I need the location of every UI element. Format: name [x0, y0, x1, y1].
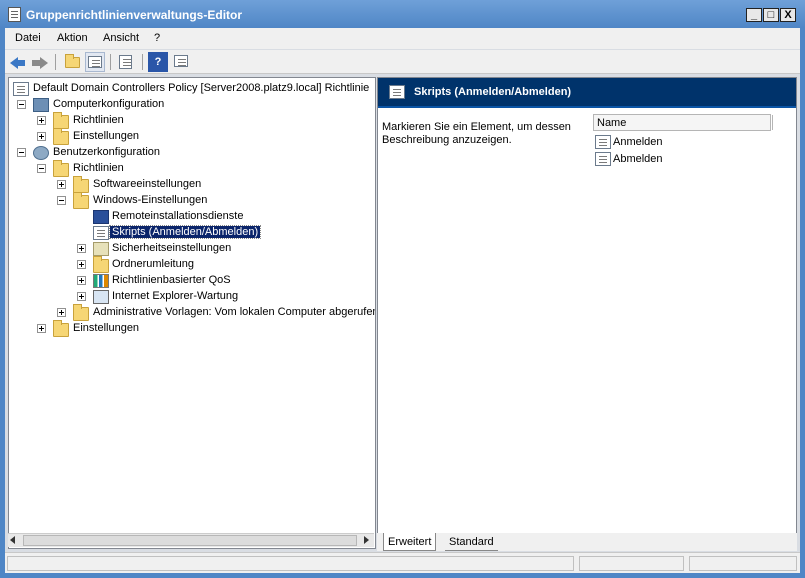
collapse-icon[interactable]	[17, 100, 26, 109]
folder-icon	[53, 160, 69, 177]
menu-aktion[interactable]: Aktion	[57, 32, 88, 44]
expand-icon[interactable]	[77, 292, 86, 301]
status-bar	[5, 552, 800, 573]
menu-help[interactable]: ?	[154, 32, 160, 44]
menu-bar: Datei Aktion Ansicht ?	[5, 28, 800, 49]
ie-maintenance-icon	[93, 290, 109, 304]
detail-pane: Skripts (Anmelden/Abmelden) Markieren Si…	[377, 77, 797, 549]
scroll-thumb[interactable]	[23, 535, 357, 546]
status-panel	[579, 556, 684, 571]
tree-label: Richtlinienbasierter QoS	[112, 274, 231, 286]
expand-icon[interactable]	[57, 308, 66, 317]
expand-icon[interactable]	[77, 260, 86, 269]
folder-icon	[93, 256, 109, 273]
computer-icon	[33, 98, 49, 112]
view-tabs: Erweitert Standard	[377, 533, 797, 551]
show-hide-tree-icon[interactable]	[85, 52, 105, 72]
tree-pane[interactable]: Default Domain Controllers Policy [Serve…	[8, 77, 376, 549]
tree-label: Windows-Einstellungen	[93, 194, 208, 206]
policy-editor-icon	[8, 7, 21, 22]
users-icon	[33, 146, 49, 160]
minimize-button[interactable]: _	[746, 8, 762, 22]
scroll-right-icon[interactable]	[364, 536, 369, 544]
tree-label: Sicherheitseinstellungen	[112, 242, 232, 254]
help-icon[interactable]: ?	[148, 52, 168, 72]
folder-icon	[73, 304, 89, 321]
expand-icon[interactable]	[57, 180, 66, 189]
folder-icon	[53, 112, 69, 129]
tree-label: Softwareeinstellungen	[93, 178, 202, 190]
folder-icon	[53, 128, 69, 145]
folder-icon	[73, 176, 89, 193]
expand-icon[interactable]	[77, 244, 86, 253]
security-icon	[93, 242, 109, 256]
menu-ansicht[interactable]: Ansicht	[103, 32, 139, 44]
column-divider[interactable]	[772, 115, 773, 130]
menu-datei[interactable]: Datei	[15, 32, 41, 44]
detail-title: Skripts (Anmelden/Abmelden)	[414, 86, 572, 98]
horizontal-scrollbar[interactable]	[8, 533, 374, 547]
expand-icon[interactable]	[37, 116, 46, 125]
tree-label: Internet Explorer-Wartung	[112, 290, 239, 302]
up-folder-icon[interactable]	[63, 52, 83, 72]
tree-label: Computerkonfiguration	[53, 98, 165, 110]
gpo-icon	[13, 82, 29, 96]
window: Gruppenrichtlinienverwaltungs-Editor _ □…	[0, 0, 805, 578]
properties-icon[interactable]	[172, 52, 192, 72]
toolbar-separator	[142, 54, 143, 70]
tree-label-selected: Skripts (Anmelden/Abmelden)	[108, 225, 262, 239]
status-panel	[7, 556, 574, 571]
status-panel	[689, 556, 797, 571]
detail-header: Skripts (Anmelden/Abmelden)	[378, 78, 796, 108]
close-button[interactable]: X	[780, 8, 796, 22]
toolbar-separator	[55, 54, 56, 70]
folder-icon	[53, 320, 69, 337]
tree-label: Default Domain Controllers Policy [Serve…	[33, 82, 370, 94]
expand-icon[interactable]	[77, 276, 86, 285]
window-title: Gruppenrichtlinienverwaltungs-Editor	[26, 8, 243, 22]
column-header-name[interactable]: Name	[593, 114, 773, 131]
title-bar[interactable]: Gruppenrichtlinienverwaltungs-Editor _ □…	[0, 0, 805, 28]
tree-label: Benutzerkonfiguration	[53, 146, 161, 158]
maximize-button[interactable]: □	[763, 8, 779, 22]
column-header-label: Name	[597, 117, 627, 129]
script-icon	[595, 135, 611, 149]
scroll-left-icon[interactable]	[10, 536, 15, 544]
tree-label: Remoteinstallationsdienste	[112, 210, 244, 222]
script-icon	[595, 152, 611, 166]
collapse-icon[interactable]	[37, 164, 46, 173]
list-item-label: Abmelden	[613, 153, 663, 165]
tree-label: Ordnerumleitung	[112, 258, 194, 270]
export-list-icon[interactable]	[117, 52, 137, 72]
tree-label: Richtlinien	[73, 114, 124, 126]
description-text: Markieren Sie ein Element, um dessen Bes…	[382, 121, 571, 146]
tree-label: Einstellungen	[73, 322, 140, 334]
toolbar-separator	[110, 54, 111, 70]
toolbar: ?	[5, 50, 800, 74]
tab-standard[interactable]: Standard	[445, 533, 498, 551]
collapse-icon[interactable]	[57, 196, 66, 205]
tree-label: Einstellungen	[73, 130, 140, 142]
script-icon	[93, 226, 109, 240]
tree-label: Administrative Vorlagen: Vom lokalen Com…	[93, 306, 376, 318]
script-icon	[389, 85, 405, 99]
back-icon[interactable]	[8, 52, 28, 72]
tree-label: Richtlinien	[73, 162, 124, 174]
remote-install-icon	[93, 210, 109, 224]
expand-icon[interactable]	[37, 324, 46, 333]
client-area: Datei Aktion Ansicht ? ? Default Domain …	[5, 28, 800, 573]
collapse-icon[interactable]	[17, 148, 26, 157]
tab-erweitert[interactable]: Erweitert	[383, 533, 437, 551]
list-item-label: Anmelden	[613, 136, 663, 148]
qos-chart-icon	[93, 274, 109, 288]
forward-icon[interactable]	[30, 52, 50, 72]
folder-icon	[73, 192, 89, 209]
expand-icon[interactable]	[37, 132, 46, 141]
